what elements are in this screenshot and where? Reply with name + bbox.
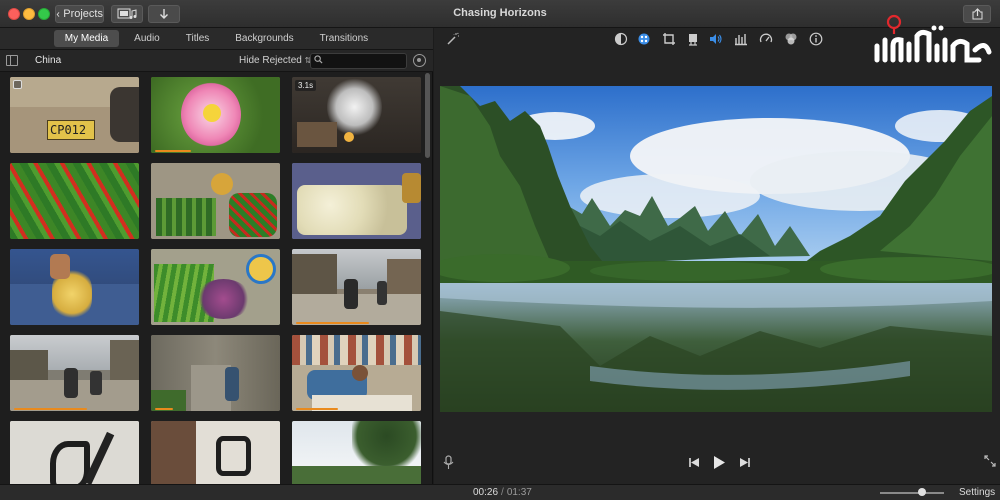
total-time: 01:37 [506, 487, 532, 498]
duration-badge: 3.1s [295, 80, 317, 91]
color-correction-icon[interactable] [637, 32, 651, 46]
used-range-bar [155, 150, 191, 152]
clip-thumbnail[interactable] [292, 163, 421, 239]
clip-checkbox-icon [13, 80, 22, 89]
play-icon[interactable] [713, 455, 726, 470]
clip-thumbnail[interactable] [151, 249, 280, 325]
skip-forward-icon[interactable] [739, 457, 751, 468]
media-browser-pane: My Media Audio Titles Backgrounds Transi… [0, 28, 433, 484]
site-watermark-logo [874, 14, 992, 63]
window-title: Chasing Horizons [453, 7, 547, 19]
settings-button[interactable]: Settings [959, 487, 995, 498]
clip-thumbnail[interactable] [10, 163, 139, 239]
stabilization-icon[interactable] [686, 32, 700, 46]
clip-thumbnail[interactable] [10, 249, 139, 325]
clip-grid: CP012 3.1s [0, 72, 433, 484]
tab-audio[interactable]: Audio [123, 30, 171, 47]
video-frame [440, 86, 992, 412]
fullscreen-expand-icon[interactable] [984, 455, 996, 467]
color-balance-icon[interactable] [614, 32, 628, 46]
clip-thumbnail[interactable]: CP012 [10, 77, 139, 153]
used-range-bar [14, 408, 87, 410]
clip-thumbnail[interactable] [151, 163, 280, 239]
zoom-slider-knob[interactable] [918, 488, 926, 496]
used-range-bar [155, 408, 173, 410]
clip-thumbnail[interactable] [292, 249, 421, 325]
clip-thumbnail[interactable] [151, 335, 280, 411]
transport-controls [434, 448, 1000, 478]
filter-value: Hide Rejected [239, 55, 302, 66]
clip-filter-icon[interactable] [784, 32, 798, 46]
viewer-pane [434, 28, 1000, 484]
playhead-timecode: 00:26/01:37 [473, 487, 532, 498]
browser-scrollbar[interactable] [425, 73, 430, 158]
browser-tabs: My Media Audio Titles Backgrounds Transi… [0, 28, 433, 50]
clip-thumbnail[interactable] [292, 335, 421, 411]
current-time: 00:26 [473, 487, 499, 498]
bottom-bar: 00:26/01:37 Settings [0, 484, 1000, 500]
tab-backgrounds[interactable]: Backgrounds [224, 30, 304, 47]
tab-transitions[interactable]: Transitions [309, 30, 380, 47]
sidebar-toggle-icon[interactable] [6, 55, 18, 66]
noise-reduction-eq-icon[interactable] [734, 32, 748, 46]
time-separator: / [501, 487, 504, 498]
speed-icon[interactable] [759, 32, 773, 46]
used-range-bar [296, 322, 369, 324]
license-plate-text: CP012 [50, 123, 87, 137]
info-icon[interactable] [809, 32, 823, 46]
library-bar: China Hide Rejected ⇅ [0, 50, 433, 72]
microphone-icon[interactable] [443, 455, 454, 470]
search-input[interactable] [310, 53, 407, 69]
clip-thumbnail[interactable]: 3.1s [292, 77, 421, 153]
clip-thumbnail[interactable] [10, 421, 139, 484]
volume-icon[interactable] [709, 32, 723, 46]
title-bar: Projects Chasing Horizons [0, 0, 1000, 28]
browser-settings-gear-icon[interactable] [413, 54, 426, 67]
clip-thumbnail[interactable] [151, 77, 280, 153]
clip-thumbnail[interactable] [292, 421, 421, 484]
filter-dropdown[interactable]: Hide Rejected ⇅ [239, 55, 311, 66]
album-name: China [35, 55, 62, 66]
zoom-slider-track[interactable] [880, 492, 944, 494]
search-icon [314, 55, 323, 64]
clip-thumbnail[interactable] [151, 421, 280, 484]
clip-thumbnail[interactable] [10, 335, 139, 411]
skip-back-icon[interactable] [688, 457, 700, 468]
tab-titles[interactable]: Titles [175, 30, 221, 47]
tab-my-media[interactable]: My Media [53, 30, 120, 47]
crop-icon[interactable] [662, 32, 676, 46]
video-viewer[interactable] [440, 86, 992, 412]
magic-wand-icon[interactable] [446, 32, 460, 46]
used-range-bar [296, 408, 338, 410]
